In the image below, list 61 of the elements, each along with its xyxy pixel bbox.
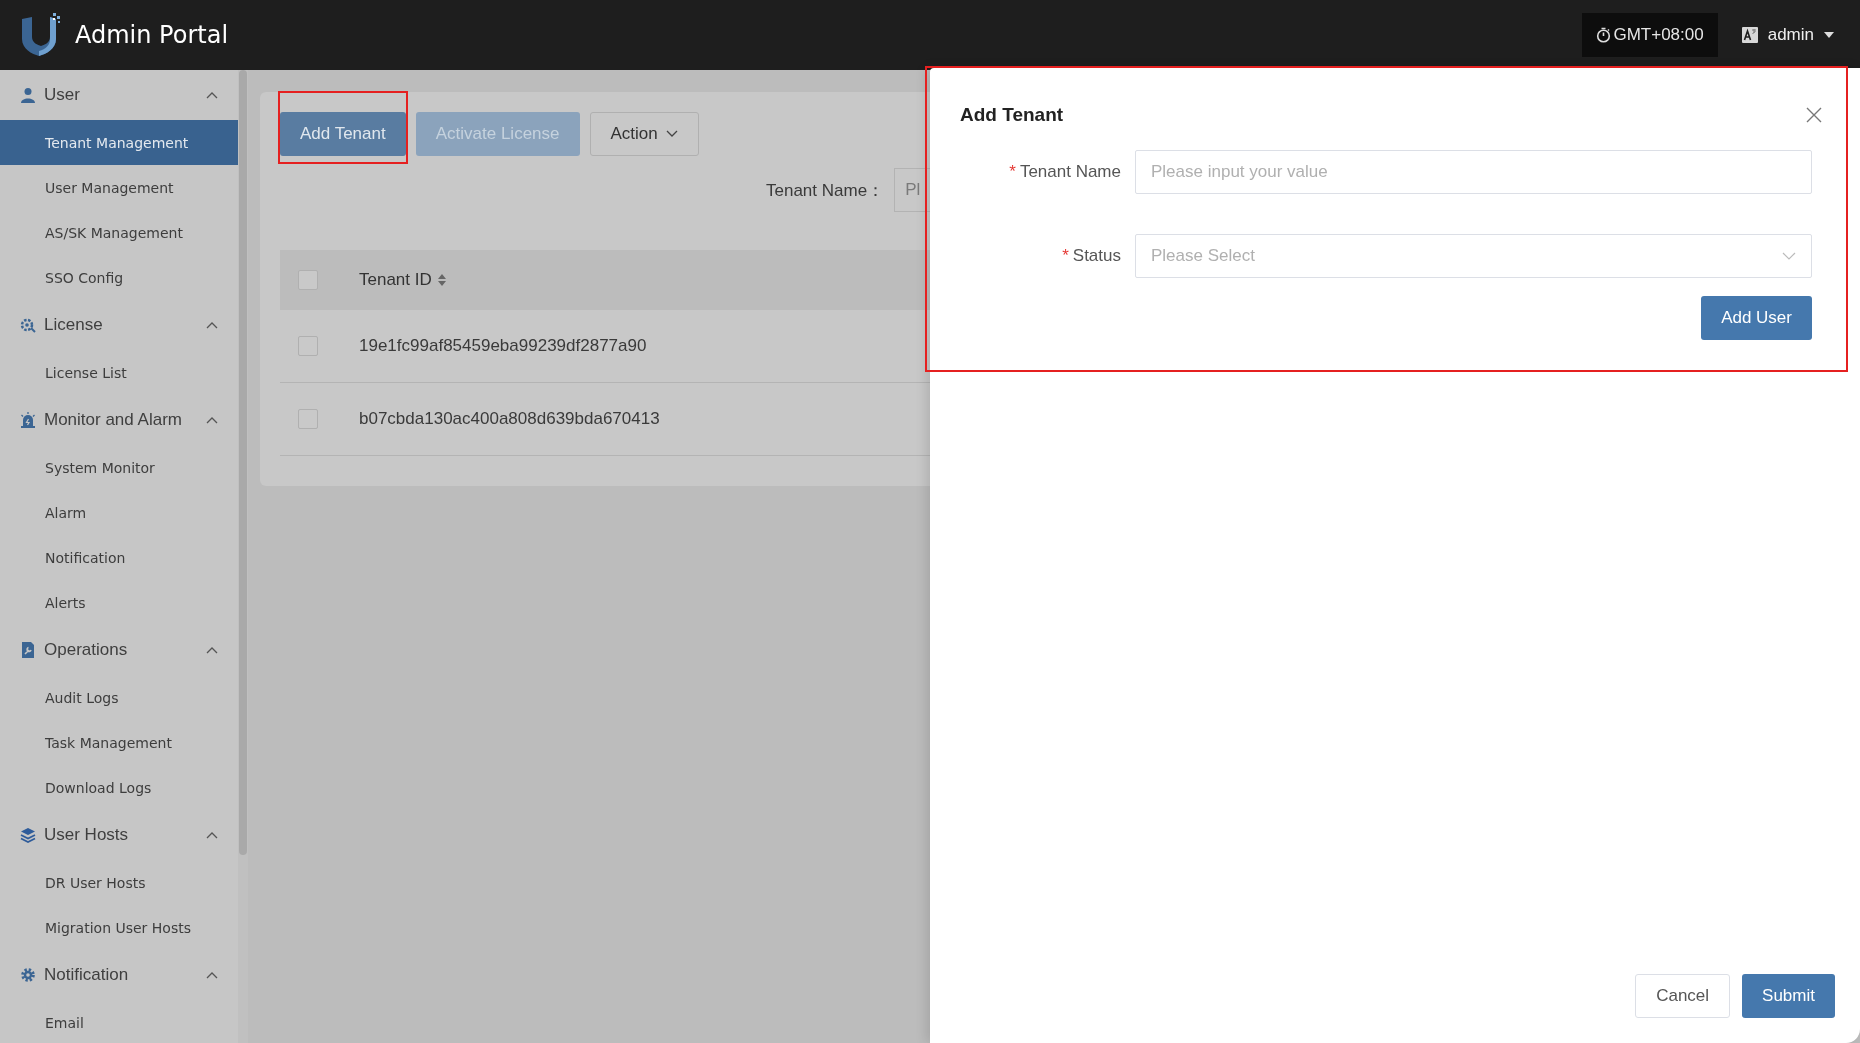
- checkbox[interactable]: [298, 270, 318, 290]
- shield-logo-icon: [20, 13, 62, 57]
- table-cell: b07cbda130ac400a808d639bda670413: [359, 409, 660, 428]
- timezone-badge[interactable]: GMT+08:00: [1582, 13, 1718, 57]
- sidebar-item[interactable]: Notification: [0, 535, 238, 580]
- document-wrench-icon: [20, 642, 36, 658]
- chevron-down-icon: [665, 130, 678, 138]
- menu-group[interactable]: Monitor and Alarm: [0, 395, 238, 445]
- close-button[interactable]: [1804, 105, 1824, 125]
- sidebar-item[interactable]: Email: [0, 1000, 238, 1043]
- chevron-icon: [206, 831, 218, 839]
- chevron-icon: [206, 91, 218, 99]
- sidebar-item[interactable]: Migration User Hosts: [0, 905, 238, 950]
- sidebar-item[interactable]: System Monitor: [0, 445, 238, 490]
- caret-icon[interactable]: [1824, 32, 1834, 38]
- sidebar-item[interactable]: Alarm: [0, 490, 238, 535]
- menu-group[interactable]: User Hosts: [0, 810, 238, 860]
- alarm-icon: [20, 412, 36, 428]
- sidebar-item[interactable]: DR User Hosts: [0, 860, 238, 905]
- chevron-icon: [206, 971, 218, 979]
- chevron-icon: [206, 646, 218, 654]
- person-icon: [20, 87, 36, 103]
- scrollbar-thumb[interactable]: [239, 70, 247, 855]
- sidebar-item[interactable]: User Management: [0, 165, 238, 210]
- action-dropdown[interactable]: Action: [589, 112, 699, 156]
- sidebar-item[interactable]: AS/SK Management: [0, 210, 238, 255]
- required-mark: *: [1009, 162, 1016, 182]
- add-user-button[interactable]: Add User: [1701, 296, 1812, 340]
- sidebar-item[interactable]: Alerts: [0, 580, 238, 625]
- menu-group[interactable]: Notification: [0, 950, 238, 1000]
- sidebar-item[interactable]: Audit Logs: [0, 675, 238, 720]
- sidebar-item[interactable]: Tenant Management: [0, 120, 238, 165]
- field-label: Status: [1072, 246, 1121, 266]
- stopwatch-icon: [1596, 27, 1612, 43]
- chevron-icon: [206, 321, 218, 329]
- input-field[interactable]: Please input your value: [1135, 150, 1812, 194]
- chevron-down-icon: [1782, 252, 1796, 260]
- checkbox[interactable]: [298, 336, 318, 356]
- checkbox[interactable]: [298, 409, 318, 429]
- app-title: Admin Portal: [75, 21, 230, 49]
- layers-icon: [20, 827, 36, 843]
- filter-label: Tenant Name：: [766, 179, 885, 202]
- submit-button[interactable]: Submit: [1742, 974, 1835, 1018]
- chevron-icon: [206, 416, 218, 424]
- menu-group[interactable]: License: [0, 300, 238, 350]
- drawer-title: Add Tenant: [960, 104, 1064, 126]
- toolbar-button[interactable]: Add Tenant: [280, 112, 406, 156]
- table-cell: 19e1fc99af85459eba99239df2877a90: [359, 336, 647, 355]
- menu-group[interactable]: Operations: [0, 625, 238, 675]
- sidebar-item[interactable]: SSO Config: [0, 255, 238, 300]
- close-icon: [1806, 107, 1822, 123]
- menu-group[interactable]: User: [0, 70, 238, 120]
- required-mark: *: [1062, 246, 1069, 266]
- user-name[interactable]: admin: [1767, 25, 1814, 45]
- sidebar-item[interactable]: Download Logs: [0, 765, 238, 810]
- cancel-button[interactable]: Cancel: [1635, 974, 1731, 1018]
- sidebar-item[interactable]: License List: [0, 350, 238, 395]
- translate-icon[interactable]: [1741, 27, 1758, 43]
- column-header[interactable]: Tenant ID: [359, 270, 446, 290]
- field-label: Tenant Name: [1019, 162, 1121, 182]
- sidebar-item[interactable]: Task Management: [0, 720, 238, 765]
